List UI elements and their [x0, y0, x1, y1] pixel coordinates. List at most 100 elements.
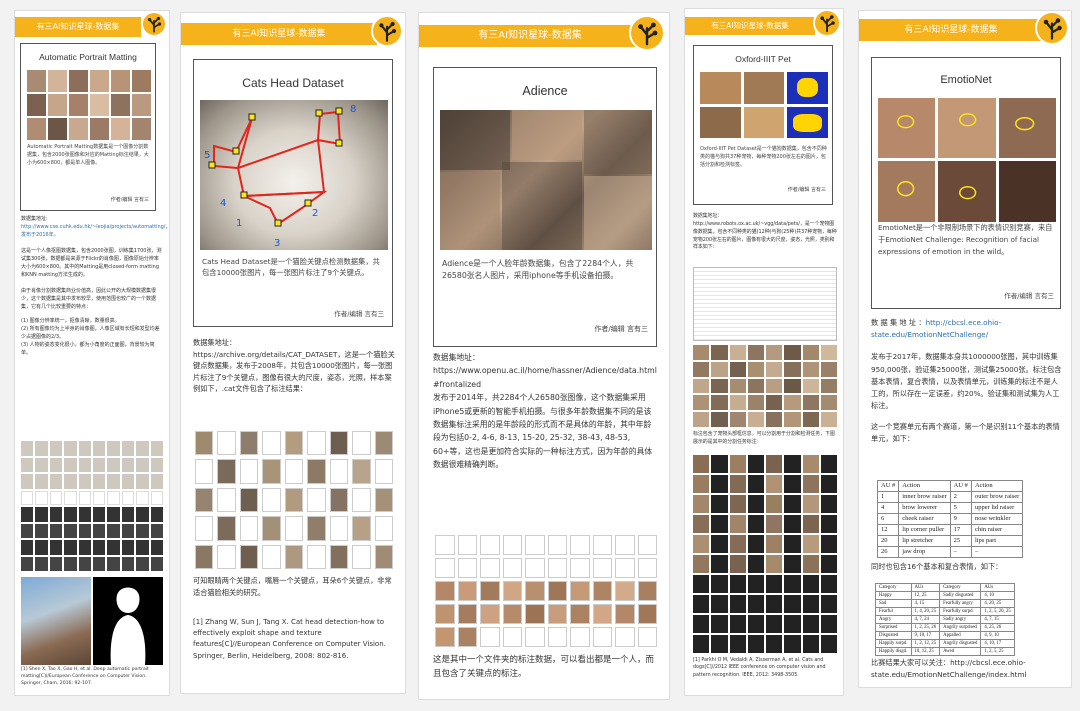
table-header-cell: AUs	[910, 583, 941, 592]
card-banner: 有三AI知识星球-数据集	[181, 23, 377, 45]
summary-box: Adience Adience是一个人脸年龄数据集，包含了2284个人，共265…	[433, 67, 657, 347]
table-row: 6 cheek raiser 9 nose wrinkler	[876, 513, 1024, 525]
dataset-title: Cats Head Dataset	[242, 76, 344, 90]
table-header-cell: Category	[939, 583, 982, 592]
table-cell: inner brow raiser	[898, 491, 951, 503]
dataset-title: EmotioNet	[940, 74, 992, 86]
table-cell: Fearfully angry	[939, 599, 982, 608]
reference: [1] Shen X, Tao X, Gao H, et al. Deep au…	[21, 667, 149, 686]
table-row: Angry 4, 7, 24 Sadly angry 4, 7, 15	[875, 615, 1015, 624]
table-cell: 6	[876, 513, 900, 525]
dataset-caption: Automatic Portrait Matting数据集是一个图像分割数据集，…	[27, 144, 149, 166]
logo-icon	[371, 15, 403, 47]
table-header-cell: AU #	[949, 480, 972, 492]
dataset-caption: Oxford-IIIT Pet Dataset是一个猫狗数据集，包含不同种类的猫…	[700, 146, 827, 168]
table-header-cell: Action	[970, 480, 1024, 492]
portrait-matte	[93, 577, 163, 665]
paragraph: 由于肖像分割数据集商业价值高，因此公开的大规模数据集很少，这个数据集是其中发布较…	[21, 288, 157, 310]
table-row: 1 inner brow raiser 2 outer brow raiser	[876, 491, 1024, 503]
paragraph: (3) 人物的姿态变化很小，都为小角度的正面图，背景较为简单。	[21, 342, 155, 356]
keypoint-label: 1	[236, 218, 242, 229]
banner-text: 有三AI知识星球-数据集	[478, 30, 582, 41]
table-cell: Angrily surprised	[939, 623, 982, 632]
paragraph: 这一个竞赛单元有两个赛道，第一个是识别11个基本的表情单元，如下：	[871, 421, 1060, 443]
card-banner: 有三AI知识星球-数据集	[419, 25, 641, 47]
table-cell: 4, 9, 10	[980, 631, 1015, 640]
body-text: 数据集地址： https://www.openu.ac.il/home/hass…	[433, 351, 659, 472]
table-cell: lip stretcher	[898, 535, 951, 547]
table-cell: Fearful	[875, 607, 912, 616]
table-cell: 5	[949, 502, 972, 514]
table-cell: Awed	[939, 647, 982, 656]
keypoint-label: 4	[220, 198, 226, 209]
results-link-paragraph: 比赛结果大家可以关注：http://cbcsl.ece.ohio-state.e…	[871, 658, 1027, 680]
sample-file-grid	[195, 431, 393, 569]
paragraph: 这是其中一个文件夹的标注数据，可以看出都是一个人，而且包含了关键点的标注。	[433, 655, 655, 680]
adience-collage	[440, 110, 652, 250]
card-banner: 有三AI知识星球-数据集	[685, 17, 815, 35]
table-cell: 25	[949, 535, 972, 547]
keypoint-label: 8	[350, 104, 356, 115]
table-cell: 1, 2, 25, 26	[910, 623, 941, 632]
card-banner: 有三AI知识星球-数据集	[859, 19, 1043, 41]
table-row: Fearful 1, 4, 20, 25 Fearfully surpd. 1, 2,…	[875, 607, 1015, 616]
table-cell: 4, 7, 24	[910, 615, 941, 624]
table-row: 20 lip stretcher 25 lips part	[876, 535, 1024, 547]
table-cell: Surprised	[875, 623, 912, 632]
dataset-caption: Adience是一个人脸年龄数据集，包含了2284个人，共26580张名人图片，…	[442, 259, 634, 281]
table-cell: 4, 7, 15	[980, 615, 1015, 624]
summary-box: Cats Head Dataset 5 4 1 2 3 8 Cats Head …	[193, 59, 393, 327]
table-cell: 12	[876, 524, 900, 536]
table-cell: 1, 4, 20, 25	[910, 607, 941, 616]
table-cell: Sadly disgusted	[939, 591, 982, 600]
table-cell: 26	[876, 546, 900, 558]
reference: [1] Parkhi O M, Vedaldi A, Zisserman A, …	[693, 658, 826, 678]
author-line: 作者/编辑 言有三	[594, 325, 648, 333]
dataset-caption: EmotioNet是一个非限制场景下的表情识别竞赛，来自于EmotioNet C…	[878, 223, 1053, 256]
banner-text: 有三AI知识星球-数据集	[36, 22, 120, 31]
dataset-link[interactable]: https://www.openu.ac.il/home/hassner/Adi…	[433, 364, 659, 391]
paragraph: 发布于2014年，共2284个人26580张图像，这个数据集采用iPhone5或…	[433, 393, 653, 470]
paragraph: 同时也包含16个基本和复合表情，如下：	[871, 562, 1003, 571]
table-cell: 4	[876, 502, 900, 514]
table-cell: nose wrinkler	[970, 513, 1024, 525]
address-label: 数据集地址：	[193, 338, 237, 347]
author-line: 作者/编辑 言有三	[334, 310, 384, 318]
table-cell: 9, 10, 17	[910, 631, 941, 640]
table-header-row: AU # Action AU # Action	[876, 480, 1024, 492]
dataset-card-portrait-matting: 有三AI知识星球-数据集 Automatic Portrait Matting …	[14, 10, 170, 696]
table-row: Sad 4, 15 Fearfully angry 4, 20, 25	[875, 599, 1015, 608]
table-cell: 20	[876, 535, 900, 547]
table-cell: 4, 20, 25	[980, 599, 1015, 608]
segmentation-trimap-grid	[693, 455, 837, 653]
table-row: Happy 12, 25 Sadly disgusted 4, 10	[875, 591, 1015, 600]
paragraph: 可知眼睛两个关键点，嘴唇一个关键点，耳朵6个关键点，非常适合猫脸相关的研究。	[193, 576, 392, 597]
table-row: Happily disgd. 10, 12, 25 Awed 1, 2, 5, 25	[875, 647, 1015, 656]
table-cell: cheek raiser	[898, 513, 951, 525]
pet-segmentation-grid	[700, 72, 828, 138]
table-cell: chin raiser	[970, 524, 1024, 536]
keypoint-label: 3	[274, 238, 280, 249]
body-text: 数据集地址: http://www.cse.cuhk.edu.hk/~leoji…	[21, 215, 169, 357]
table-cell: Sad	[875, 599, 912, 608]
table-header-cell: Category	[875, 583, 912, 592]
banner-text: 有三AI知识星球-数据集	[232, 29, 326, 39]
dataset-link[interactable]: http://www.cse.cuhk.edu.hk/~leojia/proje…	[21, 224, 165, 230]
logo-icon	[1035, 11, 1069, 45]
table-cell: 4, 25, 26	[980, 623, 1015, 632]
table-cell: 17	[949, 524, 972, 536]
table-cell: 1	[876, 491, 900, 503]
logo-icon	[629, 15, 665, 51]
table-cell: 10, 12, 25	[910, 647, 941, 656]
author-line: 作者/编辑 言有三	[787, 187, 826, 193]
keypoint-label: 5	[204, 150, 210, 161]
table-row: Disgusted 9, 10, 17 Appalled 4, 9, 10	[875, 631, 1015, 640]
logo-icon	[813, 9, 841, 37]
dataset-title: Automatic Portrait Matting	[39, 52, 137, 62]
table-cell: Happily surpd.	[875, 639, 912, 648]
author-line: 作者/编辑 言有三	[110, 197, 149, 203]
dataset-title: Adience	[522, 84, 568, 98]
table-cell: 1, 2, 5, 25	[980, 647, 1015, 656]
dataset-card-cats-head: 有三AI知识星球-数据集 Cats Head Dataset 5 4 1 2 3…	[180, 12, 406, 694]
table-cell: Fearfully surpd.	[939, 607, 982, 616]
